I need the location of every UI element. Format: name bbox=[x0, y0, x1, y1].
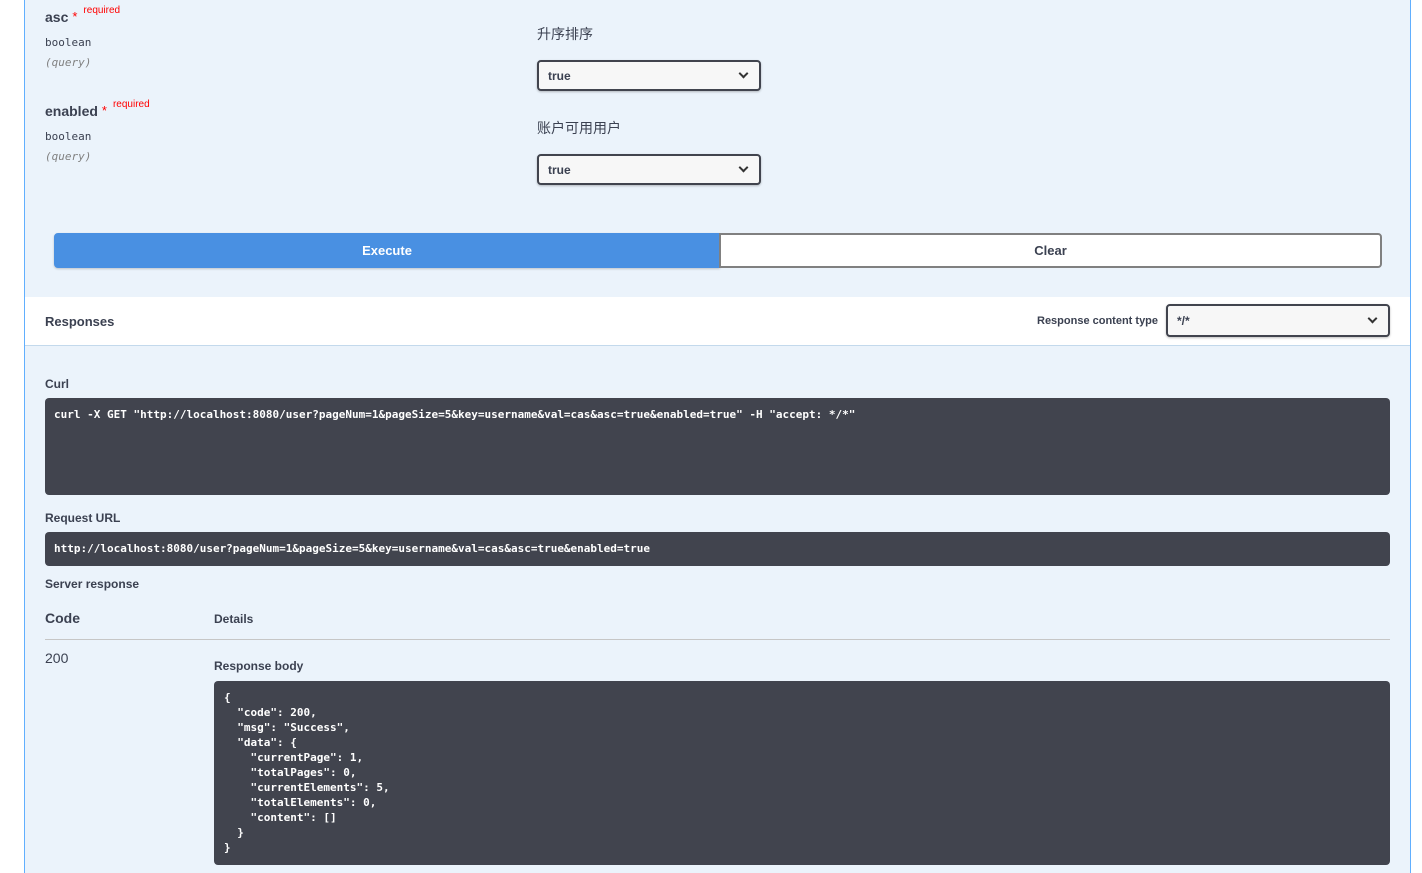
param-enabled-name: enabled * required bbox=[45, 99, 150, 119]
param-enabled-select[interactable]: true bbox=[537, 154, 761, 185]
param-asc-description: 升序排序 bbox=[537, 27, 593, 43]
chevron-down-icon bbox=[738, 68, 749, 79]
execute-button[interactable]: Execute bbox=[54, 233, 720, 268]
operation-block: asc * required boolean (query) 升序排序 true… bbox=[24, 0, 1411, 873]
required-label: required bbox=[83, 5, 121, 16]
select-value: */* bbox=[1177, 313, 1190, 328]
response-content-type-label: Response content type bbox=[1037, 315, 1159, 327]
request-url-value[interactable]: http://localhost:8080/user?pageNum=1&pag… bbox=[45, 532, 1390, 566]
param-name-text: enabled bbox=[45, 103, 98, 119]
param-enabled-type: boolean bbox=[45, 130, 92, 143]
param-enabled-in: (query) bbox=[45, 150, 92, 163]
server-response-label: Server response bbox=[45, 577, 140, 591]
param-enabled-description: 账户可用用户 bbox=[537, 121, 621, 137]
response-status-code: 200 bbox=[45, 650, 69, 666]
param-asc-in: (query) bbox=[45, 56, 92, 69]
curl-command[interactable]: curl -X GET "http://localhost:8080/user?… bbox=[45, 398, 1390, 495]
select-value: true bbox=[548, 162, 571, 177]
table-divider bbox=[45, 639, 1390, 640]
clear-button[interactable]: Clear bbox=[719, 233, 1382, 268]
request-url-label: Request URL bbox=[45, 511, 121, 525]
select-value: true bbox=[548, 68, 571, 83]
response-body-label: Response body bbox=[214, 659, 304, 673]
chevron-down-icon bbox=[738, 162, 749, 173]
column-header-code: Code bbox=[45, 610, 80, 626]
responses-title: Responses bbox=[45, 314, 115, 329]
response-content-type-select[interactable]: */* bbox=[1166, 304, 1390, 337]
param-asc-type: boolean bbox=[45, 36, 92, 49]
param-name-text: asc bbox=[45, 9, 69, 25]
required-star: * bbox=[101, 103, 107, 118]
response-body[interactable]: { "code": 200, "msg": "Success", "data":… bbox=[214, 681, 1390, 865]
chevron-down-icon bbox=[1367, 313, 1378, 324]
column-header-details: Details bbox=[214, 612, 254, 626]
responses-header: Responses Response content type */* bbox=[25, 297, 1410, 346]
required-star: * bbox=[72, 9, 78, 24]
required-label: required bbox=[112, 99, 150, 110]
param-asc-select[interactable]: true bbox=[537, 60, 761, 91]
param-asc-name: asc * required bbox=[45, 5, 120, 25]
curl-label: Curl bbox=[45, 377, 69, 391]
